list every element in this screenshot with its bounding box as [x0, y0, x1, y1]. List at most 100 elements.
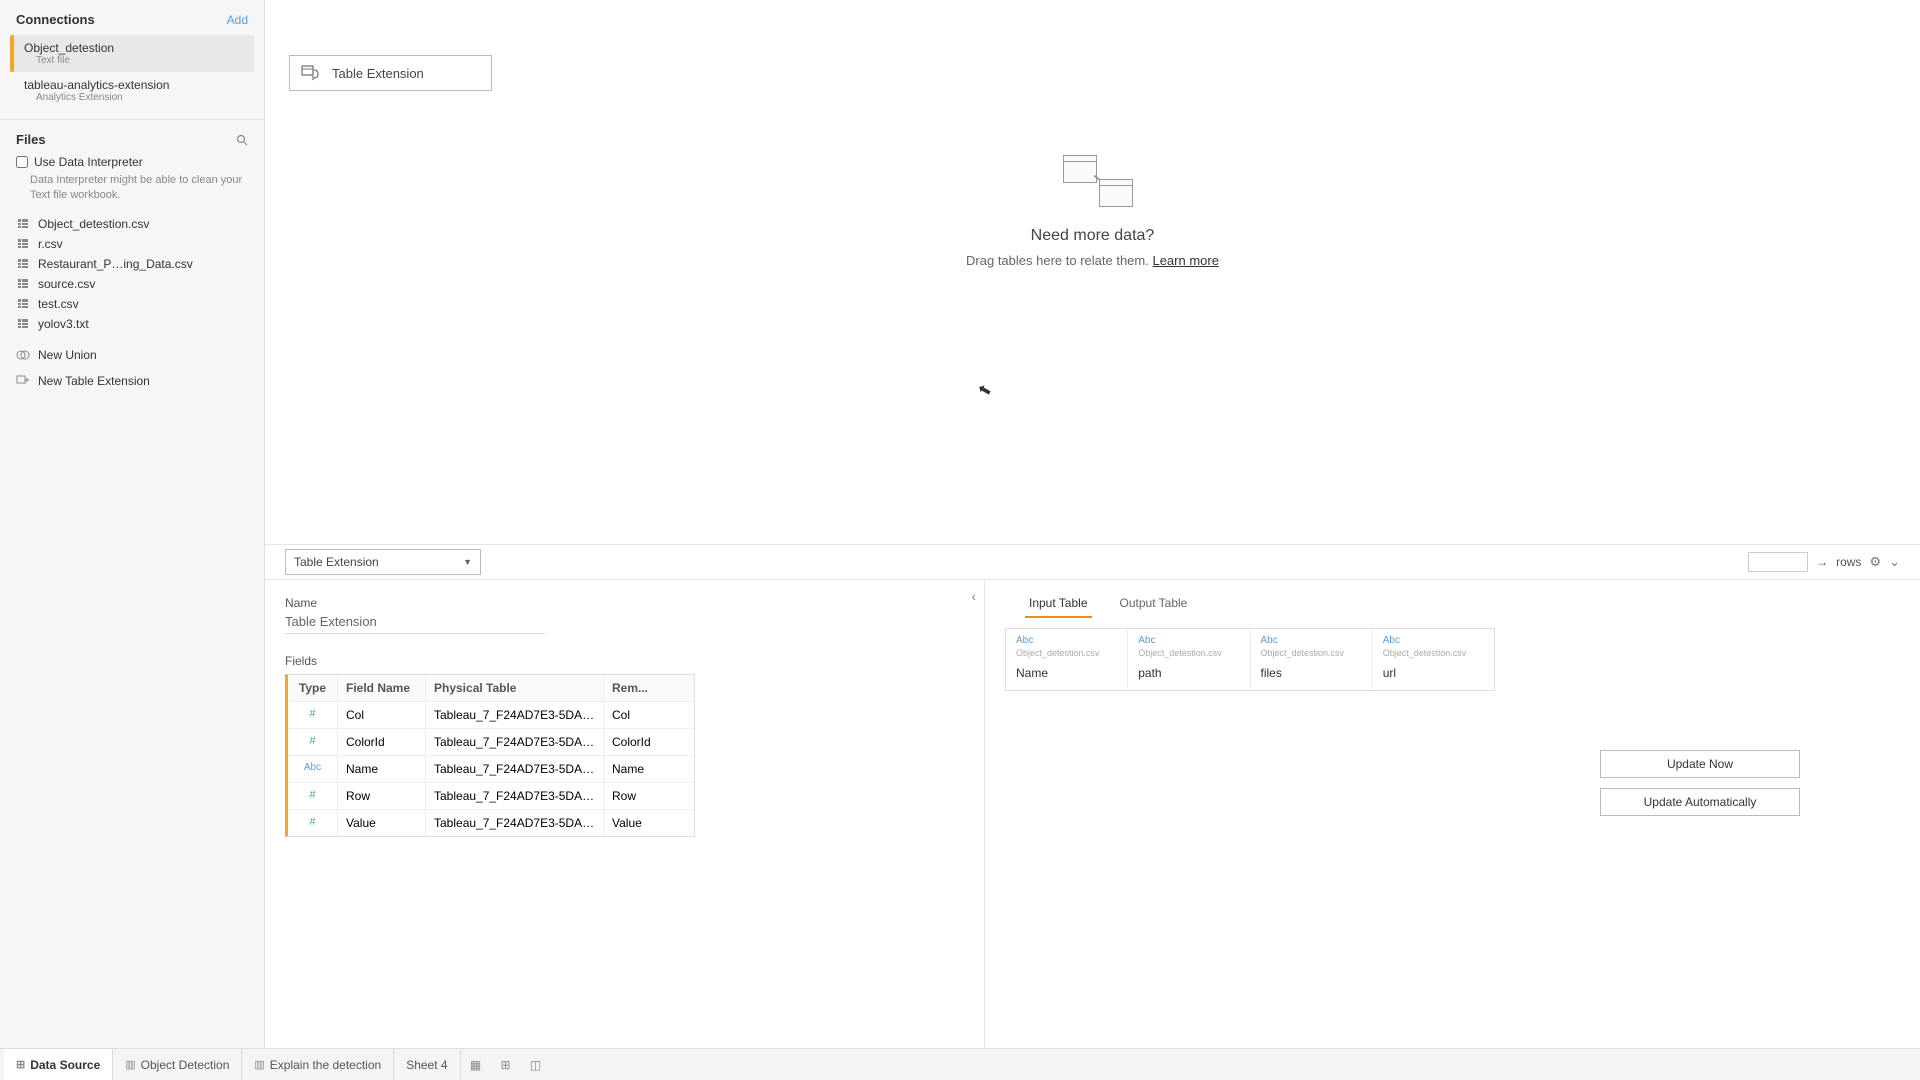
type-string-icon: Abc — [1138, 635, 1239, 646]
connection-name: tableau-analytics-extension — [24, 78, 244, 92]
file-item[interactable]: r.csv — [8, 234, 256, 254]
name-label: Name — [285, 596, 964, 610]
name-value[interactable]: Table Extension — [285, 614, 545, 634]
table-extension-dropdown[interactable]: Table Extension ▼ — [285, 549, 481, 575]
remote-cell: Name — [604, 756, 694, 782]
update-now-button[interactable]: Update Now — [1600, 750, 1800, 778]
file-list: Object_detestion.csv r.csv Restaurant_P…… — [0, 214, 264, 334]
add-connection-link[interactable]: Add — [227, 13, 248, 27]
tab-input-table[interactable]: Input Table — [1025, 590, 1092, 618]
connection-item-object-detestion[interactable]: Object_detestion Text file — [10, 35, 254, 72]
table-extension-icon — [16, 374, 30, 388]
io-col-name: Name — [1016, 666, 1117, 680]
canvas-empty-state: Need more data? Drag tables here to rela… — [893, 155, 1293, 268]
data-interpreter-hint: Data Interpreter might be able to clean … — [30, 173, 248, 204]
tab-label: Object Detection — [141, 1058, 230, 1072]
data-interpreter-input[interactable] — [16, 156, 28, 168]
field-row[interactable]: #RowTableau_7_F24AD7E3-5DA8-...Row — [288, 783, 694, 810]
field-name-cell: Value — [338, 810, 426, 836]
data-interpreter-checkbox[interactable]: Use Data Interpreter — [16, 155, 248, 169]
collapse-icon[interactable]: ‹ — [971, 588, 976, 604]
input-table-preview: Abc Object_detestion.csv Name AbcObject_de… — [1005, 628, 1495, 691]
file-item[interactable]: source.csv — [8, 274, 256, 294]
tab-sheet[interactable]: Sheet 4 — [394, 1049, 460, 1080]
files-title: Files — [16, 132, 46, 147]
new-union-action[interactable]: New Union — [8, 342, 256, 368]
type-number-icon: # — [288, 729, 338, 755]
physical-cell: Tableau_7_F24AD7E3-5DA8-... — [426, 756, 604, 782]
io-column[interactable]: AbcObject_detestion.csvurl — [1373, 629, 1494, 690]
tab-label: Sheet 4 — [406, 1058, 447, 1072]
tab-data-source[interactable]: ⊞ Data Source — [4, 1049, 113, 1080]
field-name-cell: ColorId — [338, 729, 426, 755]
table-icon — [16, 299, 30, 309]
details-pane: ‹ Name Table Extension Fields Type Field… — [265, 580, 985, 1079]
mid-toolbar: Table Extension ▼ → rows ⚙ ⌄ — [265, 544, 1920, 580]
file-name: source.csv — [38, 277, 95, 291]
tab-output-table[interactable]: Output Table — [1116, 590, 1192, 618]
field-row[interactable]: AbcNameTableau_7_F24AD7E3-5DA8-...Name — [288, 756, 694, 783]
update-buttons: Update Now Update Automatically — [1600, 750, 1800, 816]
file-item[interactable]: Object_detestion.csv — [8, 214, 256, 234]
chevron-down-icon[interactable]: ⌄ — [1889, 554, 1900, 570]
type-number-icon: # — [288, 810, 338, 836]
remote-cell: Value — [604, 810, 694, 836]
app-root: Connections Add Object_detestion Text fi… — [0, 0, 1920, 1080]
fields-table: Type Field Name Physical Table Rem... #C… — [285, 674, 695, 837]
update-automatically-button[interactable]: Update Automatically — [1600, 788, 1800, 816]
data-interpreter-label: Use Data Interpreter — [34, 155, 143, 169]
rows-arrow-icon: → — [1816, 555, 1828, 569]
table-extension-icon — [300, 62, 322, 84]
field-row[interactable]: #ValueTableau_7_F24AD7E3-5DA8-...Value — [288, 810, 694, 836]
main-area: Table Extension Need more data? Drag tab… — [265, 0, 1920, 1080]
table-extension-chip[interactable]: Table Extension — [289, 55, 492, 91]
connection-list: Object_detestion Text file tableau-analy… — [0, 35, 264, 119]
file-item[interactable]: yolov3.txt — [8, 314, 256, 334]
tab-label: Data Source — [30, 1058, 100, 1072]
field-row[interactable]: #ColTableau_7_F24AD7E3-5DA8-...Col — [288, 702, 694, 729]
file-item[interactable]: test.csv — [8, 294, 256, 314]
new-worksheet-button[interactable]: ▦ — [461, 1058, 491, 1072]
type-number-icon: # — [288, 783, 338, 809]
tab-sheet[interactable]: ▥ Explain the detection — [242, 1049, 394, 1080]
io-col-name: files — [1261, 666, 1362, 680]
footer-tabs: ⊞ Data Source ▥Object Detection ▥ Explain… — [0, 1048, 1920, 1080]
new-story-button[interactable]: ◫ — [521, 1058, 551, 1072]
table-icon — [16, 239, 30, 249]
gear-icon[interactable]: ⚙ — [1869, 554, 1881, 570]
file-item[interactable]: Restaurant_P…ing_Data.csv — [8, 254, 256, 274]
io-column[interactable]: AbcObject_detestion.csvName — [1006, 629, 1128, 690]
io-source: Object_detestion.csv — [1261, 648, 1362, 658]
file-name: test.csv — [38, 297, 79, 311]
io-column[interactable]: AbcObject_detestion.csvfiles — [1251, 629, 1373, 690]
fields-label: Fields — [285, 654, 964, 668]
io-source: Object_detestion.csv — [1016, 648, 1117, 658]
file-name: Object_detestion.csv — [38, 217, 149, 231]
relationship-canvas[interactable]: Table Extension Need more data? Drag tab… — [265, 0, 1920, 544]
col-type: Type — [288, 675, 338, 701]
connection-subtitle: Analytics Extension — [36, 92, 244, 103]
connection-item-analytics-ext[interactable]: tableau-analytics-extension Analytics Ex… — [10, 72, 254, 109]
connection-subtitle: Text file — [36, 55, 244, 66]
io-column[interactable]: AbcObject_detestion.csvpath — [1128, 629, 1250, 690]
sidebar-actions: New Union New Table Extension — [0, 334, 264, 402]
file-name: r.csv — [38, 237, 63, 251]
field-row[interactable]: #ColorIdTableau_7_F24AD7E3-5DA8-...Color… — [288, 729, 694, 756]
rows-control: → rows ⚙ ⌄ — [1748, 552, 1900, 572]
rows-input[interactable] — [1748, 552, 1808, 572]
physical-cell: Tableau_7_F24AD7E3-5DA8-... — [426, 702, 604, 728]
io-source: Object_detestion.csv — [1383, 648, 1484, 658]
new-dashboard-button[interactable]: ⊞ — [491, 1058, 521, 1072]
learn-more-link[interactable]: Learn more — [1152, 253, 1218, 268]
tab-label: Explain the detection — [270, 1058, 381, 1072]
worksheet-icon: ▥ — [254, 1058, 264, 1071]
tab-sheet[interactable]: ▥Object Detection — [113, 1049, 242, 1080]
col-field-name: Field Name — [338, 675, 426, 701]
sidebar: Connections Add Object_detestion Text fi… — [0, 0, 265, 1080]
search-icon[interactable] — [236, 134, 248, 146]
new-table-extension-action[interactable]: New Table Extension — [8, 368, 256, 394]
field-name-cell: Col — [338, 702, 426, 728]
col-remote: Rem... — [604, 675, 694, 701]
connections-title: Connections — [16, 12, 95, 27]
type-string-icon: Abc — [288, 756, 338, 782]
